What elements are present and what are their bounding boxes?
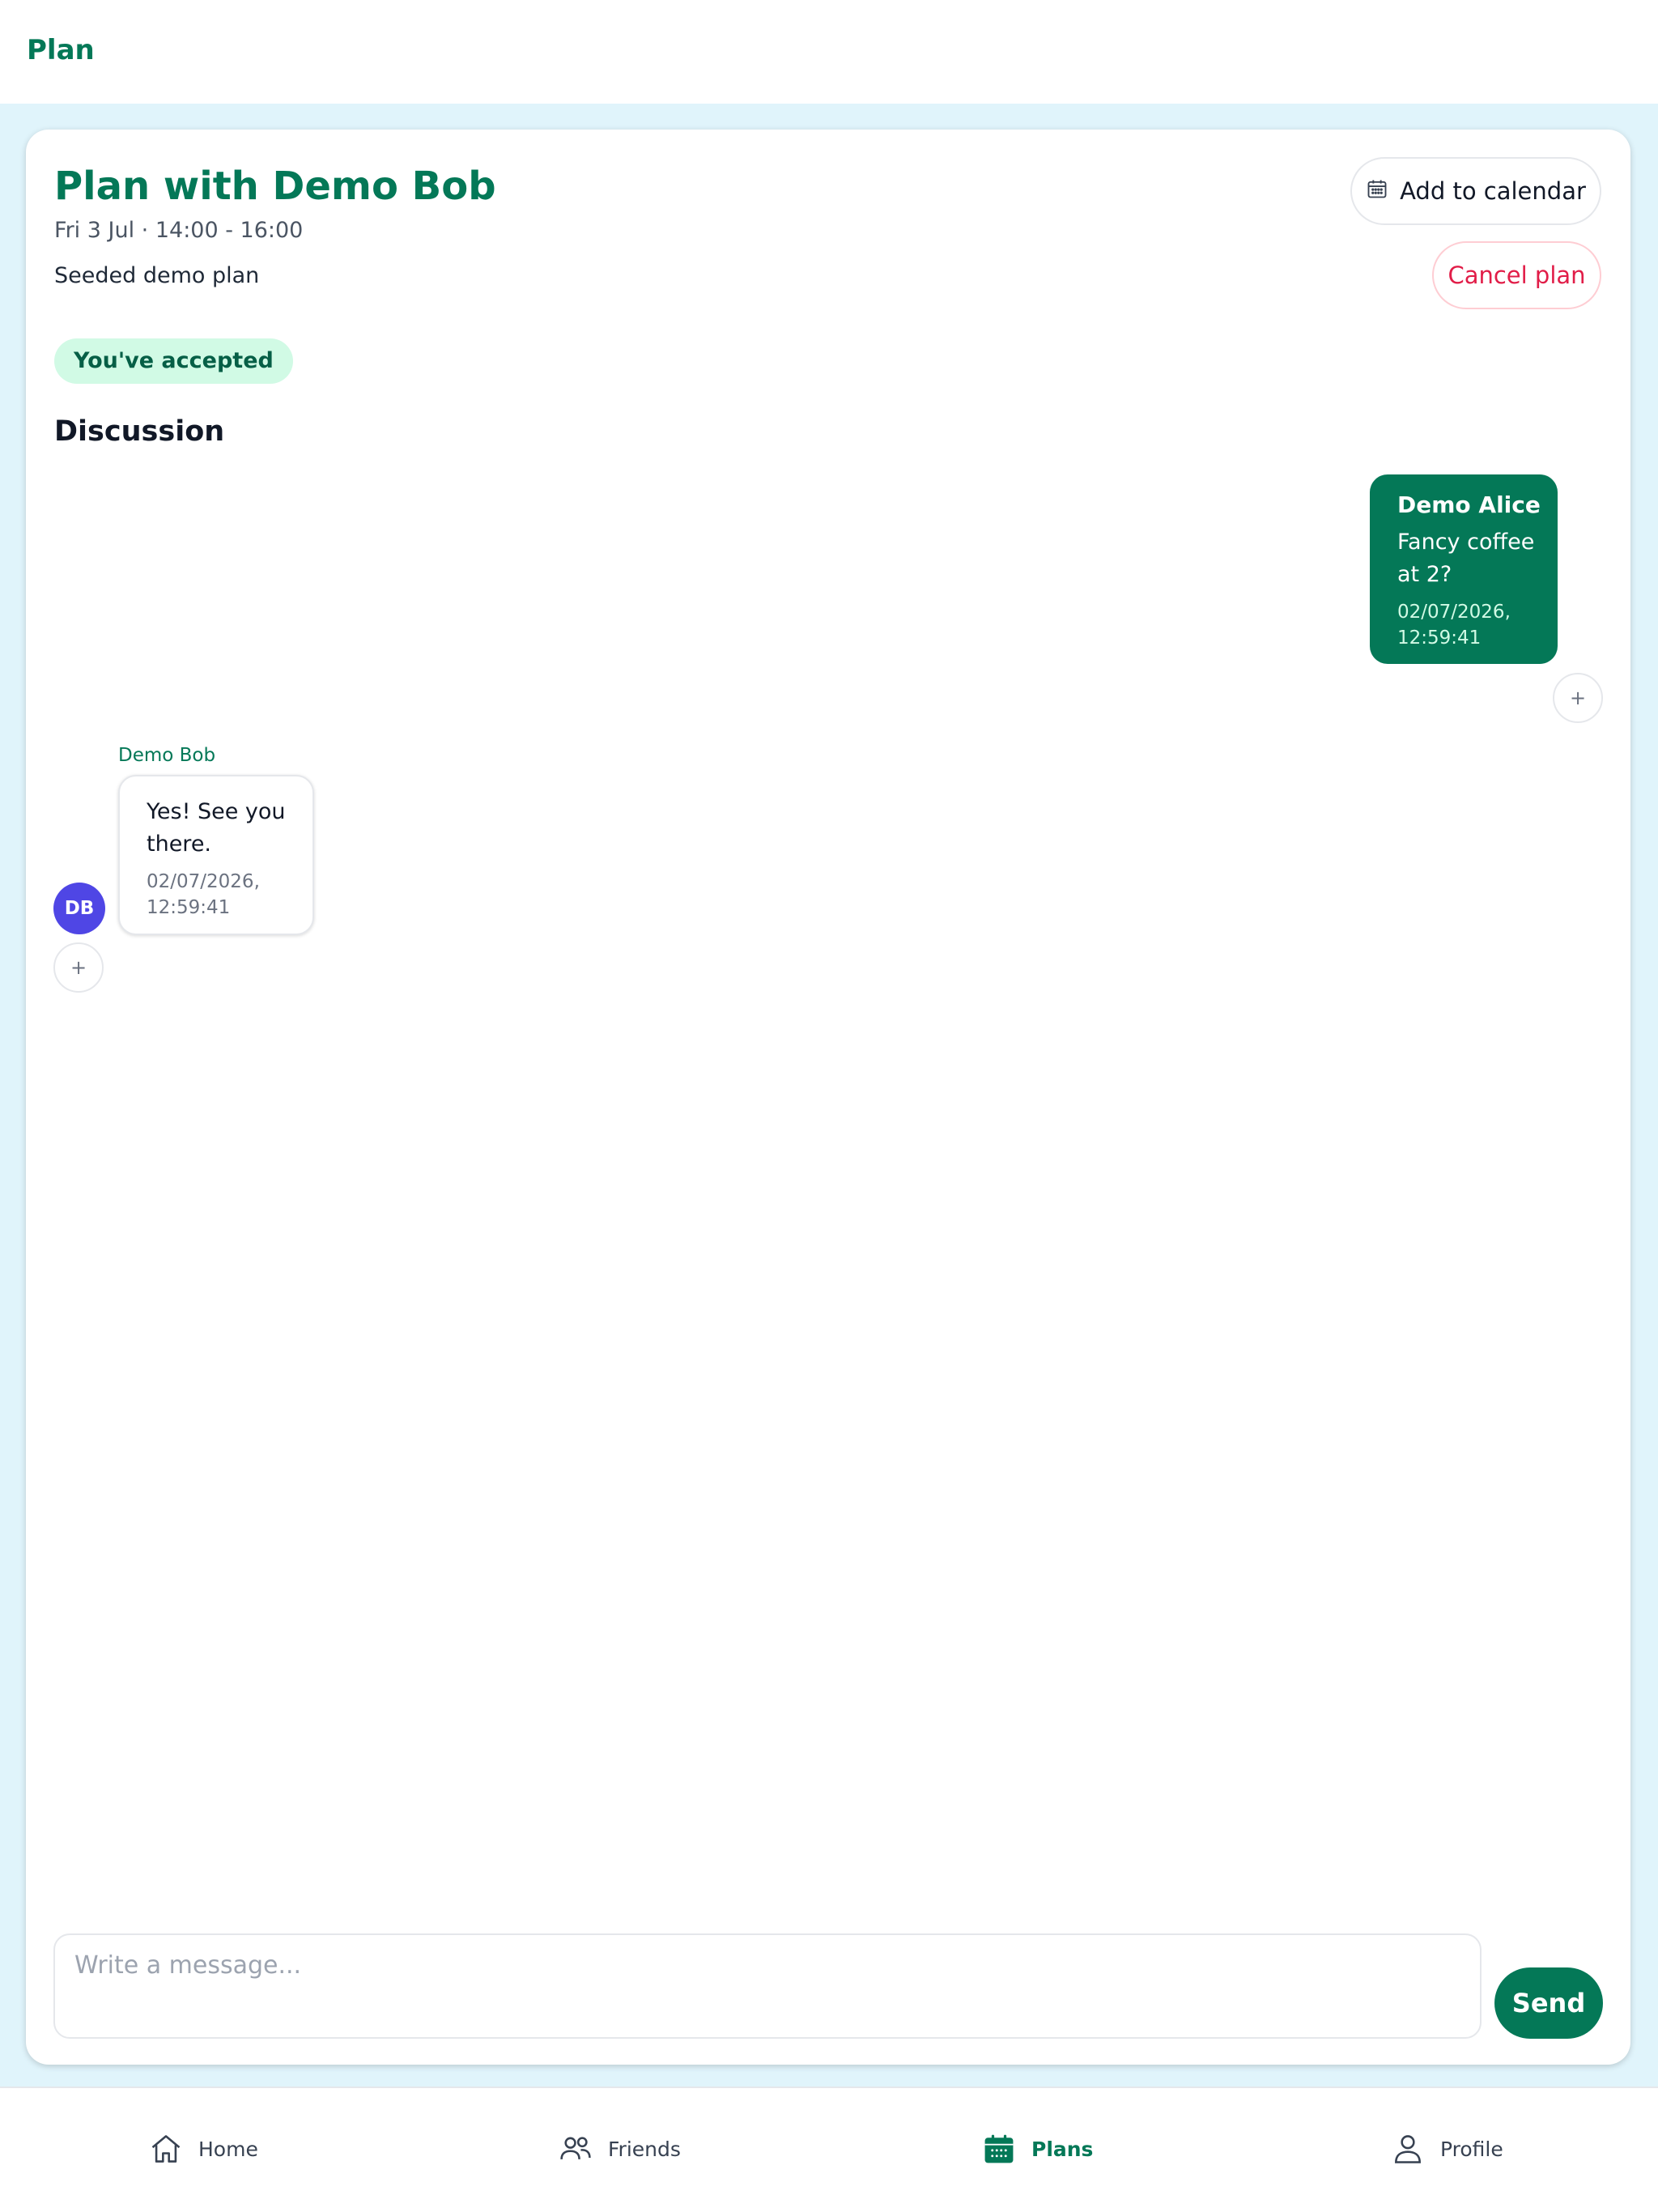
message-bubble-own: Demo Alice Fancy coffee at 2? 02/07/2026…	[1370, 474, 1558, 664]
friends-icon	[558, 2131, 593, 2167]
calendar-icon	[1366, 177, 1388, 206]
nav-label: Plans	[1031, 2137, 1094, 2161]
message-timestamp: 02/07/2026, 12:59:41	[1397, 602, 1511, 649]
message-text: Yes! See you there.	[147, 799, 286, 857]
message-sender: Demo Alice	[1397, 491, 1541, 518]
add-to-calendar-button[interactable]: Add to calendar	[1350, 157, 1601, 225]
plan-description: Seeded demo plan	[54, 263, 260, 288]
cancel-plan-button[interactable]: Cancel plan	[1432, 241, 1601, 309]
add-reaction-button[interactable]: +	[53, 942, 104, 993]
message-timestamp: 02/07/2026, 12:59:41	[147, 871, 260, 918]
message-bubble-other: Yes! See you there. 02/07/2026, 12:59:41	[118, 775, 314, 935]
nav-label: Profile	[1440, 2137, 1503, 2161]
status-badge: You've accepted	[54, 338, 293, 384]
plan-card: Plan with Demo Bob Fri 3 Jul · 14:00 - 1…	[26, 130, 1630, 2065]
plan-datetime: Fri 3 Jul · 14:00 - 16:00	[54, 218, 304, 243]
message-sender: Demo Bob	[118, 745, 216, 766]
avatar: DB	[53, 883, 105, 934]
discussion-title: Discussion	[54, 415, 225, 448]
bottom-nav: Home Friends Plans Profile	[0, 2087, 1658, 2212]
nav-item-home[interactable]: Home	[148, 2130, 258, 2167]
add-reaction-button[interactable]: +	[1553, 673, 1603, 723]
message-input[interactable]	[53, 1933, 1482, 2039]
plan-title: Plan with Demo Bob	[54, 164, 496, 209]
top-bar: Plan	[0, 0, 1658, 104]
calendar-icon	[981, 2131, 1017, 2167]
message-text: Fancy coffee at 2?	[1397, 530, 1535, 587]
nav-label: Home	[198, 2137, 258, 2161]
page-title: Plan	[27, 34, 95, 66]
nav-label: Friends	[608, 2137, 681, 2161]
nav-item-friends[interactable]: Friends	[558, 2130, 681, 2167]
nav-item-plans[interactable]: Plans	[981, 2130, 1093, 2167]
add-to-calendar-label: Add to calendar	[1400, 177, 1586, 205]
nav-item-profile[interactable]: Profile	[1390, 2130, 1503, 2167]
home-icon	[148, 2131, 184, 2167]
profile-icon	[1390, 2131, 1426, 2167]
send-button[interactable]: Send	[1494, 1967, 1603, 2039]
